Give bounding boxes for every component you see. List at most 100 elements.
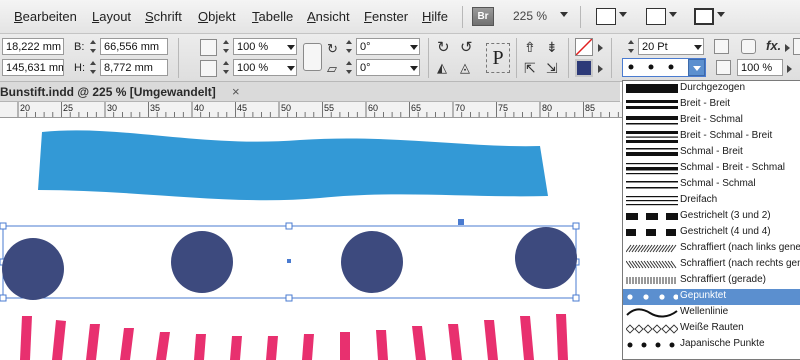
width-field[interactable]: 66,556 mm [100,38,168,55]
stroke-type-dropdown-button[interactable] [688,59,705,76]
control-divider [516,38,517,78]
menu-hilfe[interactable]: Hilfe [422,9,448,24]
menu-ansicht[interactable]: Ansicht [307,9,350,24]
close-tab-icon[interactable]: × [232,84,240,99]
stroke-weight-stepper-icon[interactable] [627,39,636,54]
panel-overflow-icon[interactable] [793,38,800,55]
menu-objekt[interactable]: Objekt [198,9,236,24]
select-previous-icon[interactable]: ⇱ [524,61,536,75]
menu-tabelle[interactable]: Tabelle [252,9,293,24]
shear-stepper-icon[interactable] [345,60,354,75]
opacity-chevron-right-icon[interactable] [787,65,792,73]
view-options-chevron-down-icon[interactable] [669,12,677,17]
stroke-chevron-right-icon[interactable] [598,65,603,73]
stroke-type-item[interactable]: Schmal - Breit - Schmal [623,161,800,177]
wavy-stroke-icon [626,308,678,318]
control-divider [178,38,179,78]
dot [515,227,577,289]
scale-x-stepper-icon[interactable] [222,39,231,54]
rotation-chevron-down-icon[interactable] [410,45,418,50]
effects-fx-icon[interactable]: fx. [766,39,781,52]
x-position-field[interactable]: 18,222 mm [2,38,64,55]
dot [341,231,403,293]
flip-horizontal-icon[interactable]: ◭ [437,61,447,74]
triple-stroke-icon [626,196,678,206]
document-tab[interactable]: Bunstift.indd @ 225 % [Umgewandelt] × [0,82,620,102]
height-field[interactable]: 8,772 mm [100,59,168,76]
thick-thick-icon [626,100,678,109]
stroke-type-item[interactable]: Schraffiert (nach rechts geneigt) [623,257,800,273]
zoom-level[interactable]: 225 % [513,9,547,23]
drop-shadow-icon[interactable] [714,39,729,54]
flip-vertical-icon[interactable]: ◬ [460,61,470,74]
arrange-chevron-down-icon[interactable] [717,12,725,17]
stroke-type-item[interactable]: Japanische Punkte [623,337,800,353]
text-frame-p-icon[interactable]: P [486,43,510,73]
stroke-type-item[interactable]: Schmal - Schmal [623,177,800,193]
stroke-type-item[interactable]: Weiße Rauten [623,321,800,337]
dot [2,238,64,300]
screen-mode-chevron-down-icon[interactable] [619,12,627,17]
menu-layout[interactable]: Layout [92,9,131,24]
stroke-type-item[interactable]: Breit - Schmal [623,113,800,129]
select-content-icon[interactable]: ⇟ [546,40,558,54]
rotate-counterclockwise-icon[interactable]: ↺ [460,40,473,55]
menu-schrift[interactable]: Schrift [145,9,182,24]
bridge-button[interactable]: Br [472,7,494,26]
stroke-type-item[interactable]: Breit - Breit [623,97,800,113]
ruler-label-70: 70 [455,103,466,113]
height-stepper-icon[interactable] [89,60,98,75]
scale-x-chevron-down-icon[interactable] [287,45,295,50]
stroke-type-item[interactable]: Wellenlinie [623,305,800,321]
y-position-field[interactable]: 145,631 mm [2,59,64,76]
stroke-type-item[interactable]: Schmal - Breit [623,145,800,161]
stroke-type-item[interactable]: Dreifach [623,193,800,209]
horizontal-ruler[interactable]: 20 25 30 35 40 45 50 55 60 65 70 75 80 8… [0,102,622,118]
stroke-type-item[interactable]: Durchgezogen [623,81,800,97]
dashed-4-4-icon [626,229,676,236]
ruler-label-75: 75 [498,103,509,113]
menu-bearbeiten[interactable]: Bearbeiten [14,9,77,24]
stroke-color-swatch[interactable] [575,59,593,77]
artwork [0,130,580,360]
stroke-type-label: Wellenlinie [680,306,729,317]
stroke-type-item[interactable]: Schraffiert (gerade) [623,273,800,289]
dashed-3-2-icon [626,213,678,220]
select-next-icon[interactable]: ⇲ [546,61,558,75]
stroke-weight-chevron-down-icon[interactable] [694,45,702,50]
blue-brush-stroke [38,130,548,201]
view-options-icon[interactable] [646,8,666,25]
screen-mode-icon[interactable] [596,8,616,25]
opacity-field[interactable]: 100 % [737,59,783,76]
rotate-stepper-icon[interactable] [345,39,354,54]
document-canvas[interactable] [0,118,622,360]
ruler-label-50: 50 [281,103,292,113]
fill-chevron-right-icon[interactable] [598,44,603,52]
stroke-type-item[interactable]: Gestrichelt (4 und 4) [623,225,800,241]
stroke-type-item[interactable]: Breit - Schmal - Breit [623,129,800,145]
constrain-proportions-icon[interactable] [303,43,322,71]
stroke-type-chevron-down-icon [693,66,701,71]
stroke-type-label: Weiße Rauten [680,322,744,333]
scale-y-chevron-down-icon[interactable] [287,66,295,71]
scale-y-stepper-icon[interactable] [222,60,231,75]
menu-fenster[interactable]: Fenster [364,9,408,24]
shear-chevron-down-icon[interactable] [410,66,418,71]
stroke-type-item-selected[interactable]: Gepunktet [623,289,800,305]
zoom-chevron-down-icon[interactable] [560,12,568,17]
rotate-clockwise-icon[interactable]: ↻ [437,40,450,55]
object-style-icon[interactable] [741,39,756,54]
control-panel: 18,222 mm 145,631 mm B: H: 66,556 mm 8,7… [0,34,800,82]
stroke-type-list: Durchgezogen Breit - Breit Breit - Schma… [622,80,800,360]
width-stepper-icon[interactable] [89,39,98,54]
stroke-type-item[interactable]: Gestrichelt (3 und 2) [623,209,800,225]
ruler-label-40: 40 [194,103,205,113]
arrange-documents-icon[interactable] [694,8,714,25]
ruler-label-45: 45 [237,103,248,113]
rotate-angle-icon: ↻ [327,41,338,56]
fill-none-swatch[interactable] [575,38,593,56]
effects-chevron-right-icon[interactable] [785,44,790,52]
stroke-type-item[interactable]: Schraffiert (nach links geneigt) [623,241,800,257]
stroke-type-label: Gestrichelt (4 und 4) [680,226,771,237]
select-container-icon[interactable]: ⇮ [524,40,536,54]
